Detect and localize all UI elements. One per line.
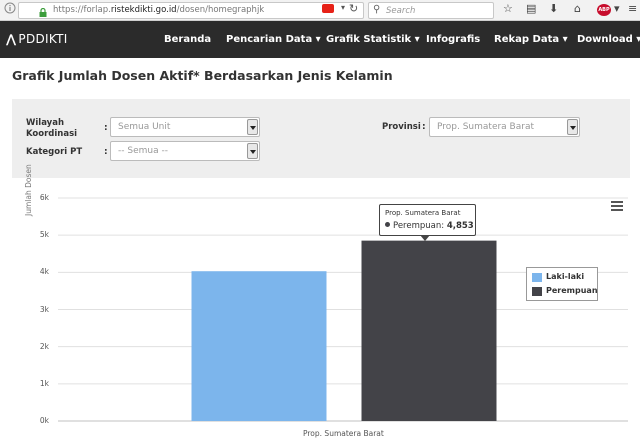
kategori-colon: :: [104, 147, 108, 157]
kategori-select[interactable]: -- Semua --: [110, 141, 260, 161]
tooltip-arrow: [420, 235, 430, 241]
chevron-down-icon[interactable]: ▾: [614, 2, 620, 15]
wilayah-label: Wilayah Koordinasi: [26, 118, 78, 139]
site-logo[interactable]: ⋀ PDDIKTI: [6, 32, 68, 46]
wilayah-value: Semua Unit: [118, 122, 171, 132]
chart-tooltip: Prop. Sumatera Barat Perempuan: 4,853: [379, 204, 476, 236]
wilayah-colon: :: [104, 123, 108, 133]
home-icon[interactable]: ⌂: [574, 2, 581, 15]
browser-search-input[interactable]: ⚲ Search: [368, 2, 494, 19]
nav-grafik-statistik[interactable]: Grafik Statistik ▾: [326, 34, 420, 45]
reading-list-icon[interactable]: ▤: [526, 2, 536, 15]
bar-perempuan[interactable]: [361, 240, 497, 421]
y-tick-label: 5k: [39, 230, 49, 240]
tooltip-category: Prop. Sumatera Barat: [385, 209, 461, 217]
nav-download[interactable]: Download ▾: [577, 34, 640, 45]
chevron-down-icon[interactable]: ▾: [341, 3, 345, 12]
nav-infografis[interactable]: Infografis: [426, 34, 480, 45]
url-text: https://forlap.ristekdikti.go.id/dosen/h…: [53, 5, 265, 15]
y-tick-label: 0k: [39, 416, 49, 425]
legend-swatch: [532, 273, 542, 282]
legend-label: Perempuan: [546, 286, 598, 295]
tooltip-series-name: Perempuan: [393, 221, 442, 231]
adblock-icon[interactable]: ABP: [597, 4, 611, 16]
menu-icon[interactable]: ≡: [628, 2, 637, 15]
nav-pencarian-data[interactable]: Pencarian Data ▾: [226, 34, 321, 45]
chart-legend: Laki-laki Perempuan: [526, 267, 598, 301]
x-tick-label: Prop. Sumatera Barat: [303, 429, 384, 438]
y-tick-label: 6k: [39, 193, 49, 202]
bar-chart: [58, 197, 628, 422]
search-placeholder: Search: [386, 6, 416, 16]
filter-panel: Wilayah Koordinasi : Semua Unit Kategori…: [12, 99, 630, 178]
chevron-down-icon: [567, 119, 578, 135]
y-tick-label: 4k: [39, 267, 49, 277]
chart-menu-icon[interactable]: [611, 201, 623, 211]
video-icon[interactable]: [322, 4, 334, 13]
chevron-down-icon: [247, 119, 258, 135]
provinsi-value: Prop. Sumatera Barat: [437, 122, 534, 132]
browser-toolbar: https://forlap.ristekdikti.go.id/dosen/h…: [0, 0, 640, 21]
tooltip-value: 4,853: [446, 221, 474, 231]
legend-label: Laki-laki: [546, 272, 585, 281]
address-bar[interactable]: https://forlap.ristekdikti.go.id/dosen/h…: [18, 2, 364, 19]
page-title: Grafik Jumlah Dosen Aktif* Berdasarkan J…: [12, 68, 393, 83]
chevron-down-icon: [247, 143, 258, 159]
y-tick-label: 3k: [39, 304, 49, 314]
bar-laki-laki[interactable]: [191, 271, 327, 421]
logo-text: PDDIKTI: [18, 32, 68, 46]
site-navbar: ⋀ PDDIKTI Beranda Pencarian Data ▾ Grafik…: [0, 21, 640, 58]
nav-rekap-data[interactable]: Rekap Data ▾: [494, 34, 568, 45]
legend-swatch: [532, 287, 542, 296]
logo-mark-icon: ⋀: [6, 32, 17, 46]
nav-beranda[interactable]: Beranda: [164, 34, 211, 45]
provinsi-label: Provinsi: [382, 122, 421, 132]
provinsi-select[interactable]: Prop. Sumatera Barat: [429, 117, 580, 137]
reload-icon[interactable]: ↻: [349, 2, 358, 15]
y-tick-label: 2k: [39, 341, 49, 351]
search-icon: ⚲: [373, 4, 381, 15]
bookmark-star-icon[interactable]: ☆: [503, 2, 513, 15]
wilayah-select[interactable]: Semua Unit: [110, 117, 260, 137]
provinsi-colon: :: [422, 122, 426, 132]
tooltip-series-dot: [385, 222, 390, 227]
download-icon[interactable]: ⬇: [549, 2, 558, 15]
tooltip-value-line: Perempuan: 4,853: [385, 221, 474, 231]
y-axis-label: Jumlah Dosen: [24, 164, 33, 216]
info-icon[interactable]: [4, 2, 16, 17]
lock-icon: [39, 7, 47, 17]
y-tick-label: 1k: [39, 378, 49, 388]
kategori-value: -- Semua --: [118, 146, 168, 156]
kategori-label: Kategori PT: [26, 147, 83, 157]
